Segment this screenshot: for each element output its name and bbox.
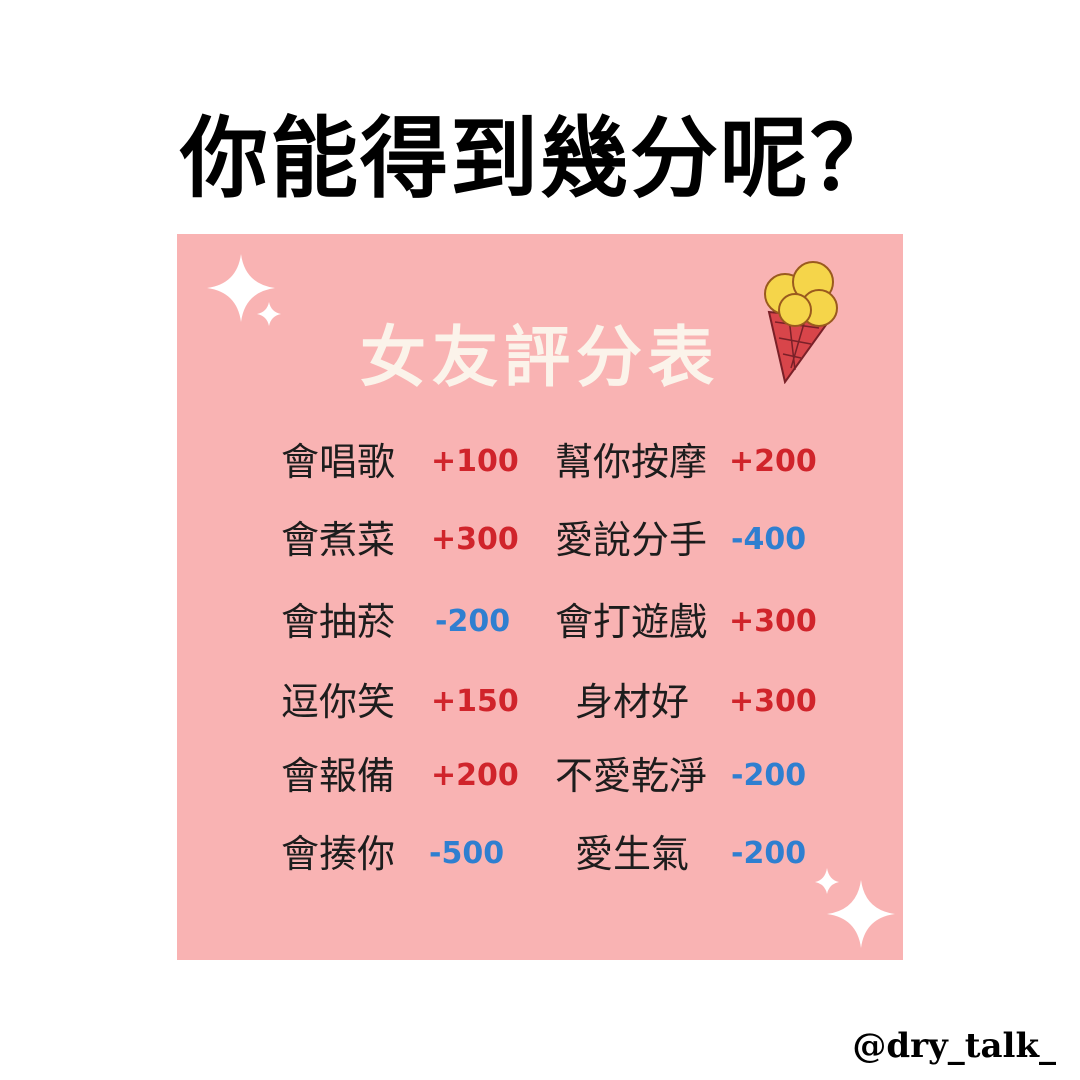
- card-title: 女友評分表: [360, 319, 720, 396]
- author-handle: @dry_talk_: [852, 1026, 1056, 1066]
- item-score: -200: [435, 604, 511, 639]
- score-item: 愛生氣 -200: [555, 824, 855, 884]
- item-label: 會報備: [281, 754, 396, 798]
- score-item: 愛說分手 -400: [555, 510, 855, 570]
- item-score: -400: [731, 522, 807, 557]
- score-item: 不愛乾淨 -200: [555, 746, 855, 806]
- score-item: 會報備 +200: [281, 746, 531, 806]
- item-label: 會唱歌: [281, 440, 396, 484]
- item-label: 會抽菸: [281, 600, 396, 644]
- score-item: 會煮菜 +300: [281, 510, 531, 570]
- item-label: 逗你笑: [281, 680, 396, 724]
- score-item: 會唱歌 +100: [281, 432, 531, 492]
- score-item: 會揍你 -500: [281, 824, 531, 884]
- score-item: 身材好 +300: [555, 672, 855, 732]
- item-label: 愛生氣: [575, 832, 690, 876]
- item-score: +300: [729, 684, 817, 719]
- item-label: 會打遊戲: [555, 600, 708, 644]
- item-label: 不愛乾淨: [555, 754, 708, 798]
- score-card: 女友評分表 會唱歌 +100 會煮菜 +300 會抽菸 -200 逗你笑 +15…: [177, 234, 903, 960]
- item-label: 會煮菜: [281, 518, 396, 562]
- item-label: 身材好: [575, 680, 690, 724]
- item-label: 愛說分手: [555, 518, 708, 562]
- page-headline: 你能得到幾分呢？: [179, 107, 900, 210]
- score-item: 幫你按摩 +200: [555, 432, 855, 492]
- item-score: +150: [431, 684, 519, 719]
- item-score: -200: [731, 758, 807, 793]
- item-score: +300: [729, 604, 817, 639]
- score-item: 會打遊戲 +300: [555, 592, 855, 652]
- score-item: 會抽菸 -200: [281, 592, 531, 652]
- item-score: +300: [431, 522, 519, 557]
- item-label: 會揍你: [281, 832, 396, 876]
- score-item: 逗你笑 +150: [281, 672, 531, 732]
- item-score: +200: [729, 444, 817, 479]
- item-label: 幫你按摩: [555, 440, 708, 484]
- item-score: +200: [431, 758, 519, 793]
- item-score: +100: [431, 444, 519, 479]
- item-score: -500: [429, 836, 505, 871]
- item-score: -200: [731, 836, 807, 871]
